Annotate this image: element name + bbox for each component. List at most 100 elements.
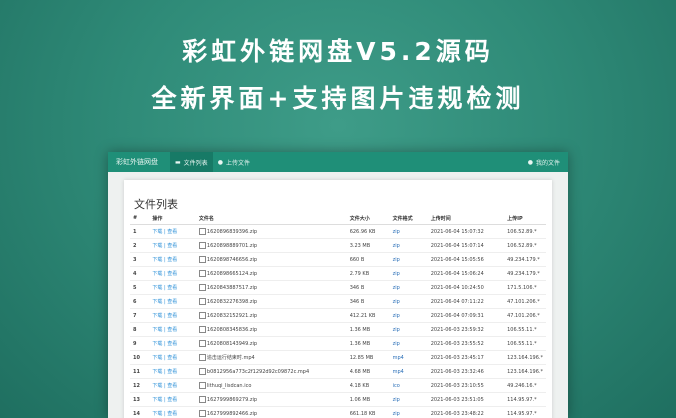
file-icon <box>198 340 206 347</box>
row-ip: 123.164.196.* <box>504 350 546 365</box>
row-actions[interactable]: 下载 | 查看 <box>149 336 196 351</box>
row-ip: 106.55.11.* <box>504 322 546 337</box>
row-ip: 106.52.89.* <box>504 224 546 239</box>
row-filename[interactable]: 1620896839396.zip <box>195 224 347 239</box>
row-size: 346 B <box>346 280 390 295</box>
row-ip: 114.95.97.* <box>504 406 546 418</box>
row-size: 4.68 MB <box>346 364 390 379</box>
row-ip: 106.55.11.* <box>504 336 546 351</box>
row-type: zip <box>389 406 428 418</box>
table-row: 9 下载 | 查看 1620808143949.zip 1.36 MB zip 2021-… <box>130 336 546 351</box>
row-filename[interactable]: 1627999869279.zip <box>195 392 347 407</box>
row-type: zip <box>389 266 428 281</box>
row-filename-text: 1620898665124.zip <box>206 271 258 277</box>
table-row: 8 下载 | 查看 1620808345836.zip 1.36 MB zip 2021-… <box>130 322 546 337</box>
row-size: 12.85 MB <box>346 350 390 365</box>
row-index: 3 <box>130 252 150 267</box>
col-filename: 文件名 <box>195 212 347 225</box>
nav-upload-file[interactable]: ● 上传文件 <box>213 152 255 172</box>
row-filename[interactable]: 1620832152921.zip <box>195 308 347 323</box>
table-row: 1 下载 | 查看 1620896839396.zip 626.96 KB zip 202… <box>130 224 546 239</box>
row-actions[interactable]: 下载 | 查看 <box>149 392 196 407</box>
nav-file-list[interactable]: ▬ 文件列表 <box>170 152 213 172</box>
row-filename-text: lithuqi_lisdcan.ico <box>206 383 252 389</box>
row-filename-text: 1620808143949.zip <box>206 341 258 347</box>
row-actions[interactable]: 下载 | 查看 <box>149 266 196 281</box>
file-icon <box>198 326 206 333</box>
row-filename[interactable]: 追击运行结束时.mp4 <box>195 350 347 365</box>
row-index: 6 <box>130 294 150 309</box>
navbar: 彩虹外链网盘 ▬ 文件列表 ● 上传文件 ● 我的文件 <box>108 152 568 172</box>
row-size: 412.21 KB <box>346 308 390 323</box>
row-size: 3.23 MB <box>346 238 390 253</box>
row-actions[interactable]: 下载 | 查看 <box>149 364 196 379</box>
table-row: 11 下载 | 查看 b0812956a773c2f1292d92c09872c.m… <box>130 364 546 379</box>
table-row: 4 下载 | 查看 1620898665124.zip 2.79 KB zip 2021-… <box>130 266 546 281</box>
row-time: 2021-06-03 23:51:05 <box>427 392 505 407</box>
row-actions[interactable]: 下载 | 查看 <box>149 294 196 309</box>
brand-link[interactable]: 彩虹外链网盘 <box>116 157 158 167</box>
row-actions[interactable]: 下载 | 查看 <box>149 238 196 253</box>
col-type: 文件格式 <box>389 212 428 225</box>
row-ip: 106.52.89.* <box>504 238 546 253</box>
row-filename-text: 1627999892466.zip <box>206 411 258 417</box>
row-filename[interactable]: 1620808143949.zip <box>195 336 347 351</box>
file-icon <box>198 242 206 249</box>
row-size: 660 B <box>346 252 390 267</box>
row-filename[interactable]: lithuqi_lisdcan.ico <box>195 378 347 393</box>
row-actions[interactable]: 下载 | 查看 <box>149 378 196 393</box>
file-icon <box>198 354 206 361</box>
user-icon: ● <box>527 158 533 166</box>
row-type: mp4 <box>389 364 428 379</box>
banner-title: 彩虹外链网盘V5.2源码 <box>182 37 494 66</box>
row-filename-text: 1620808345836.zip <box>206 327 258 333</box>
row-filename[interactable]: 1620898665124.zip <box>195 266 347 281</box>
row-type: zip <box>389 252 428 267</box>
row-ip: 49.234.179.* <box>504 252 546 267</box>
row-filename-text: 1620898746656.zip <box>206 257 258 263</box>
row-type: zip <box>389 336 428 351</box>
row-filename[interactable]: 1620843887517.zip <box>195 280 347 295</box>
row-filename-text: 1627999869279.zip <box>206 397 258 403</box>
row-type: mp4 <box>389 350 428 365</box>
row-filename[interactable]: 1620898889701.zip <box>195 238 347 253</box>
row-time: 2021-06-03 23:48:22 <box>427 406 505 418</box>
row-actions[interactable]: 下载 | 查看 <box>149 224 196 239</box>
table-row: 12 下载 | 查看 lithuqi_lisdcan.ico 4.18 KB ico 20… <box>130 378 546 393</box>
row-actions[interactable]: 下载 | 查看 <box>149 322 196 337</box>
row-filename[interactable]: 1627999892466.zip <box>195 406 347 418</box>
row-ip: 49.234.179.* <box>504 266 546 281</box>
row-filename[interactable]: 1620808345836.zip <box>195 322 347 337</box>
row-type: zip <box>389 322 428 337</box>
row-filename[interactable]: b0812956a773c2f1292d92c09872c.mp4 <box>195 364 347 379</box>
row-size: 626.96 KB <box>346 224 390 239</box>
row-index: 1 <box>130 224 150 239</box>
row-time: 2021-06-04 07:11:22 <box>427 294 505 309</box>
row-ip: 47.101.206.* <box>504 294 546 309</box>
nav-upload-file-label: 上传文件 <box>225 159 250 167</box>
file-icon <box>198 298 206 305</box>
banner-subtitle: 全新界面+支持图片违规检测 <box>151 84 525 113</box>
row-actions[interactable]: 下载 | 查看 <box>149 252 196 267</box>
user-icon: ● <box>217 158 223 166</box>
row-filename-text: 1620843887517.zip <box>206 285 258 291</box>
col-index: # <box>130 212 150 225</box>
row-ip: 49.246.16.* <box>504 378 546 393</box>
row-ip: 114.95.97.* <box>504 392 546 407</box>
row-index: 5 <box>130 280 150 295</box>
row-time: 2021-06-03 23:59:32 <box>427 322 505 337</box>
row-index: 7 <box>130 308 150 323</box>
row-actions[interactable]: 下载 | 查看 <box>149 308 196 323</box>
row-filename[interactable]: 1620832276398.zip <box>195 294 347 309</box>
nav-my-files[interactable]: ● 我的文件 <box>528 152 560 172</box>
file-icon <box>198 284 206 291</box>
row-time: 2021-06-04 10:24:50 <box>427 280 505 295</box>
row-filename-text: 1620832152921.zip <box>206 313 258 319</box>
row-index: 9 <box>130 336 150 351</box>
row-actions[interactable]: 下载 | 查看 <box>149 280 196 295</box>
row-actions[interactable]: 下载 | 查看 <box>149 406 196 418</box>
row-time: 2021-06-03 23:45:17 <box>427 350 505 365</box>
row-filename[interactable]: 1620898746656.zip <box>195 252 347 267</box>
row-actions[interactable]: 下载 | 查看 <box>149 350 196 365</box>
file-list-panel: 文件列表 # 操作 文件名 文件大小 文件格式 上传时间 上传IP 1 下载 | … <box>124 180 552 418</box>
